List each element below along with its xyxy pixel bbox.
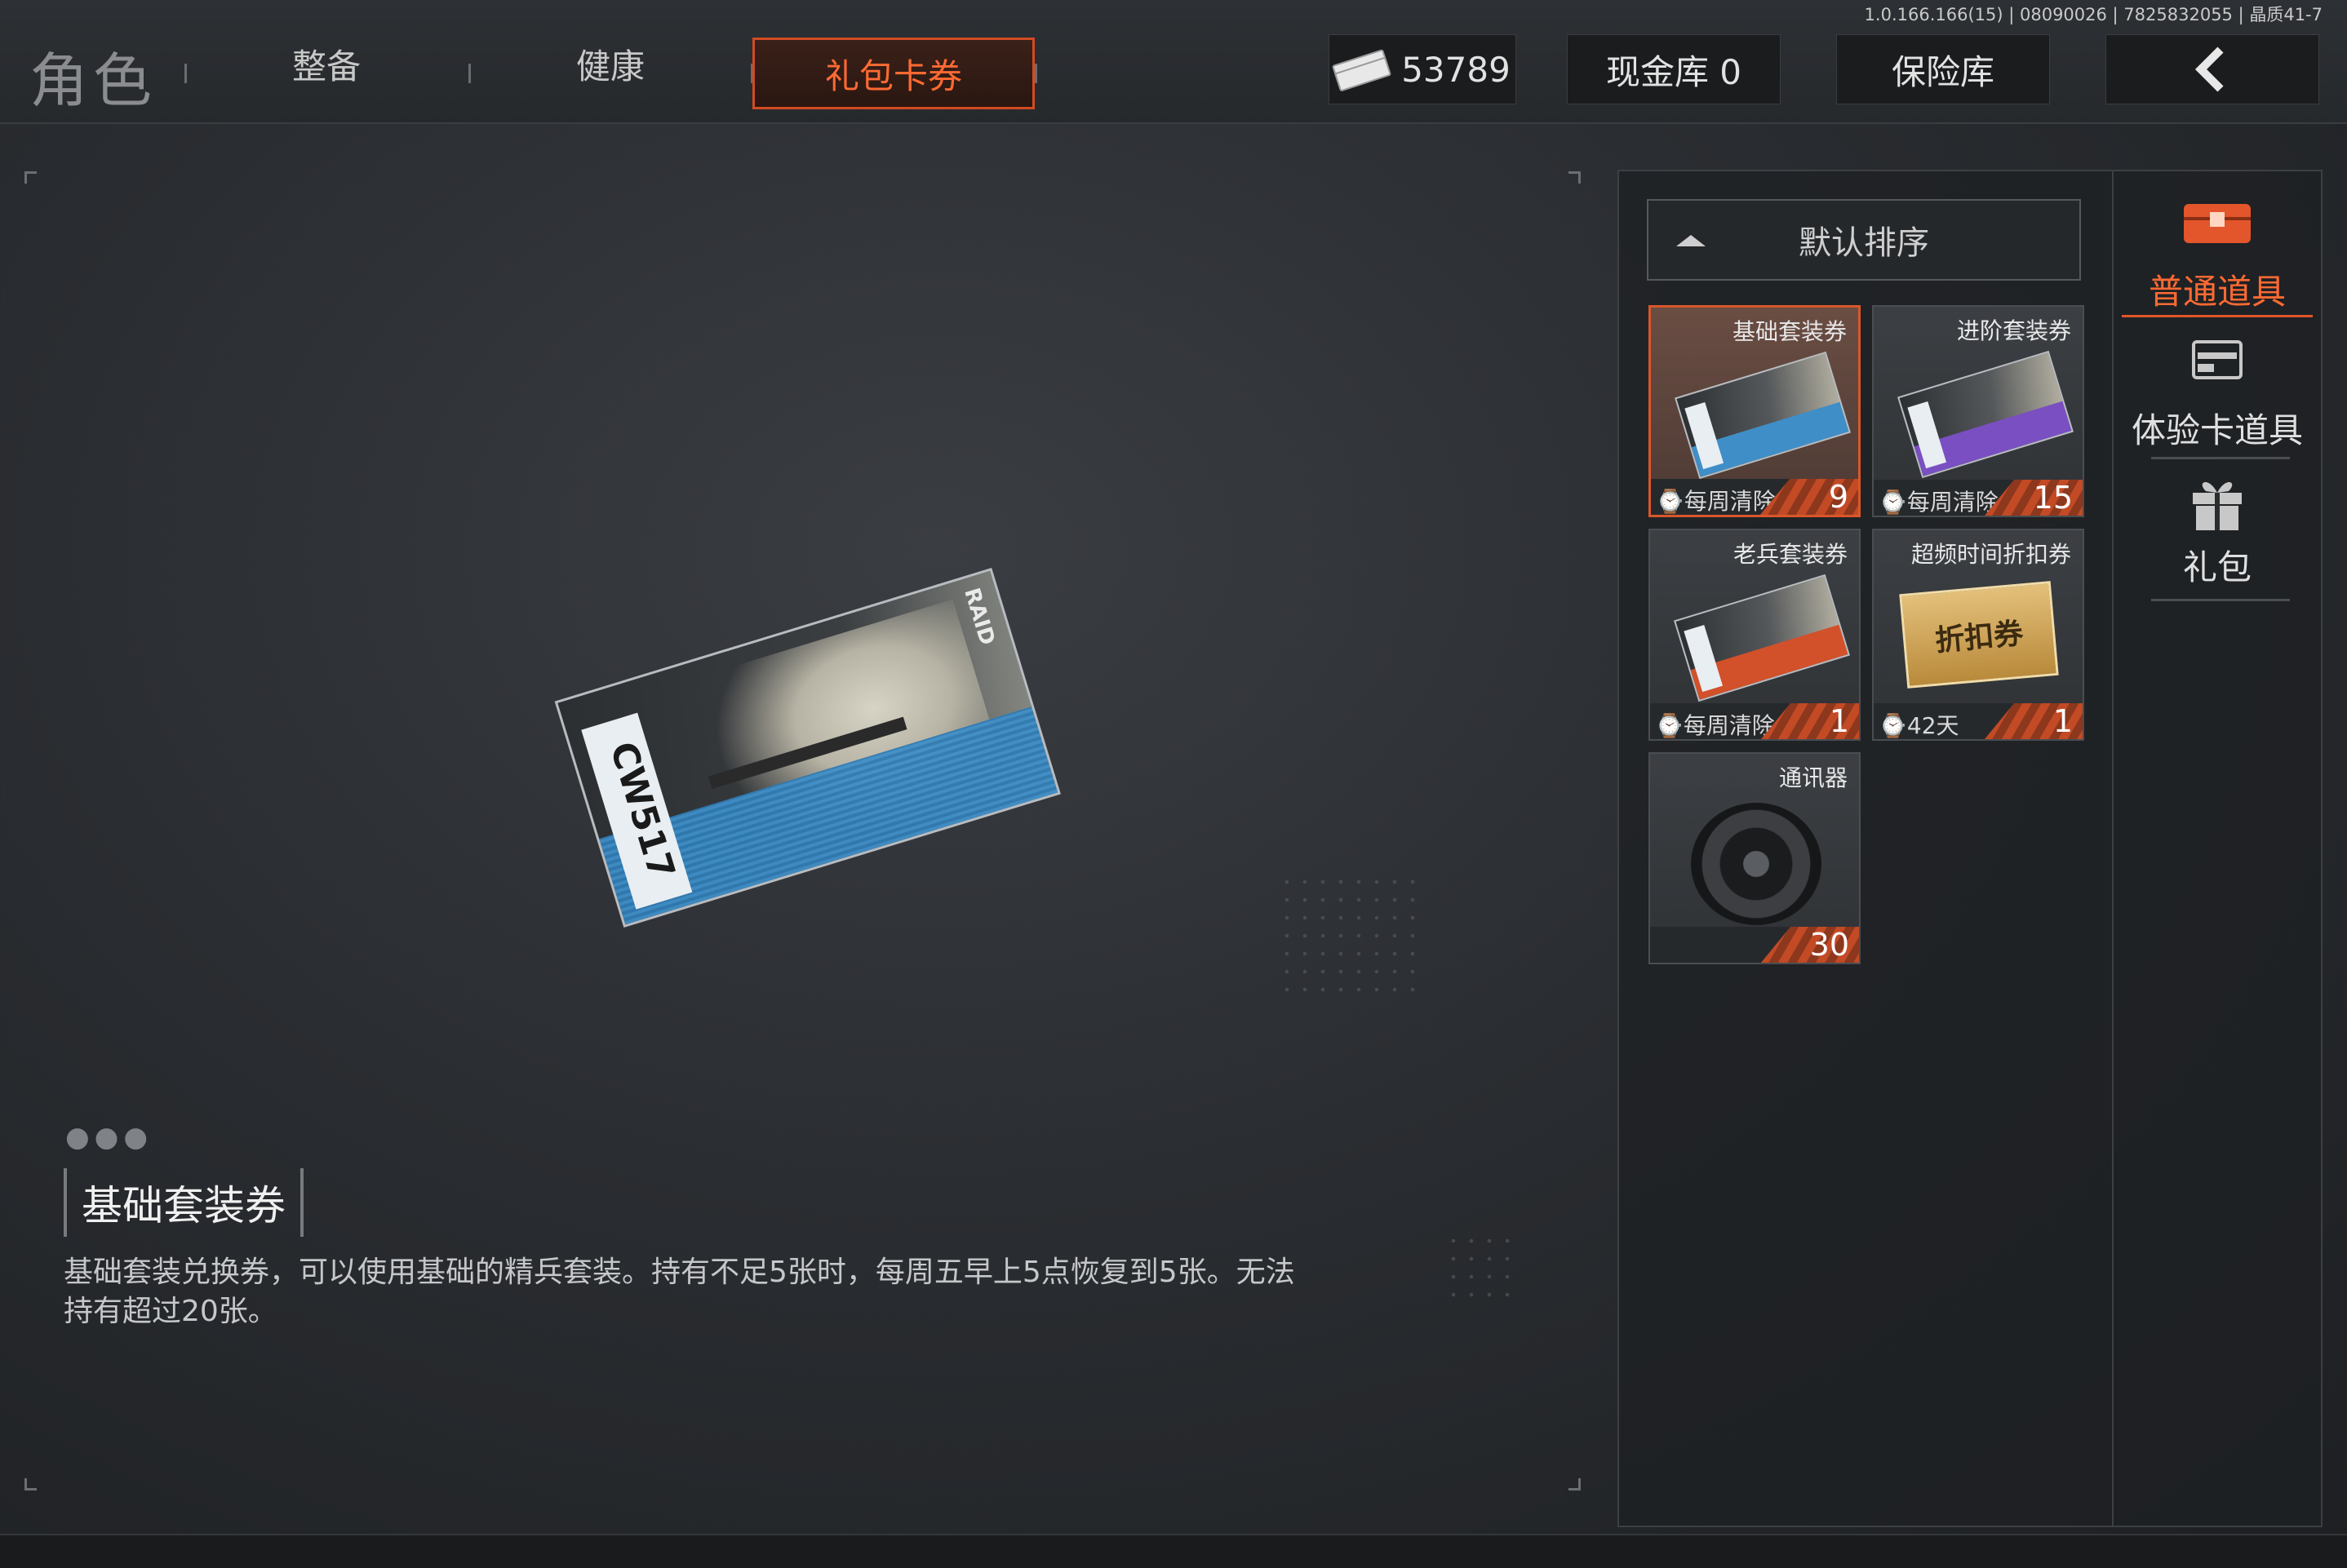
- clock-icon: ⌚42天: [1879, 712, 1959, 739]
- sort-dropdown[interactable]: 默认排序: [1647, 199, 2081, 281]
- top-bar: 1.0.166.166(15) | 08090026 | 7825832055 …: [0, 0, 2347, 124]
- currency-value: 53789: [1401, 49, 1511, 90]
- item-expiry: 每周清除: [1906, 489, 1999, 516]
- sort-label: 默认排序: [1799, 224, 1929, 262]
- item-count: 1: [1829, 703, 1849, 739]
- tab-gift-coupons[interactable]: 礼包卡券: [752, 38, 1035, 109]
- item-tile-name: 超频时间折扣券: [1910, 541, 2071, 568]
- category-underline: [2122, 315, 2313, 317]
- item-count: 30: [1809, 927, 1849, 963]
- inventory-item-veteran-coupon[interactable]: 老兵套装券 ⌚每周清除 1: [1648, 529, 1861, 741]
- tab-separator: [1035, 64, 1037, 83]
- item-expiry: 每周清除: [1683, 712, 1775, 739]
- coupon-thumbnail: [1675, 351, 1851, 480]
- category-label: 礼包: [2182, 547, 2252, 587]
- category-normal-items[interactable]: 普通道具: [2122, 196, 2313, 314]
- item-tile-name: 进阶套装券: [1956, 317, 2071, 344]
- page-title: 角色: [29, 47, 158, 115]
- category-label: 体验卡道具: [2131, 410, 2303, 450]
- clock-icon: ⌚每周清除: [1879, 489, 1999, 516]
- frame-corner: [24, 1478, 37, 1490]
- item-tile-name: 基础套装券: [1732, 318, 1847, 345]
- bottom-edge: [0, 1534, 2347, 1568]
- inventory-item-basic-coupon[interactable]: 基础套装券 ⌚每周清除 9: [1648, 305, 1861, 517]
- item-count: 9: [1828, 479, 1848, 515]
- inventory-item-advanced-coupon[interactable]: 进阶套装券 ⌚每周清除 15: [1872, 305, 2084, 517]
- tab-health[interactable]: 健康: [576, 39, 645, 89]
- decor-dots: [1444, 1232, 1510, 1297]
- category-label: 普通道具: [2148, 272, 2286, 312]
- card-code: CW517: [601, 737, 683, 884]
- coupon-card-image: CW517 RAID: [554, 568, 1061, 928]
- card-side-text: RAID: [959, 585, 1000, 649]
- cash-icon: [1331, 47, 1392, 92]
- coupon-thumbnail: [1897, 350, 2074, 479]
- version-info: 1.0.166.166(15) | 08090026 | 7825832055 …: [1864, 5, 2323, 24]
- item-tile-name: 通讯器: [1778, 764, 1848, 791]
- item-preview: CW517 RAID: [554, 568, 1078, 982]
- card-icon: [2192, 340, 2243, 379]
- category-gift-packs[interactable]: 礼包: [2122, 473, 2313, 590]
- speaker-icon: [1691, 803, 1821, 925]
- back-button[interactable]: [2105, 34, 2319, 104]
- decor-dots: [1278, 873, 1425, 1003]
- discount-coupon-image: 折扣券: [1899, 581, 2059, 689]
- cash-vault-button[interactable]: 现金库 0: [1567, 34, 1781, 104]
- category-trial-card-items[interactable]: 体验卡道具: [2122, 339, 2313, 453]
- ellipsis-icon: ●●●: [65, 1121, 153, 1154]
- category-underline: [2151, 457, 2290, 459]
- item-name: 基础套装券: [64, 1168, 304, 1237]
- tab-equip[interactable]: 整备: [292, 39, 361, 89]
- coupon-thumbnail: [1674, 574, 1850, 702]
- clock-icon: ⌚每周清除: [1656, 488, 1776, 515]
- back-arrow-icon: [2194, 47, 2224, 92]
- frame-corner: [24, 171, 37, 184]
- item-tile-name: 老兵套装券: [1733, 541, 1848, 568]
- tab-separator: [184, 64, 187, 83]
- panel-divider: [2112, 170, 2114, 1527]
- safe-button[interactable]: 保险库: [1836, 34, 2050, 104]
- item-count: 15: [2033, 480, 2073, 516]
- item-description: 基础套装兑换券，可以使用基础的精兵套装。持有不足5张时，每周五早上5点恢复到5张…: [64, 1256, 1295, 1328]
- inventory-item-communicator[interactable]: 通讯器 30: [1648, 752, 1861, 964]
- item-expiry: 每周清除: [1684, 488, 1776, 515]
- caret-up-icon: [1676, 235, 1706, 246]
- inventory-item-overclock-discount[interactable]: 超频时间折扣券 折扣券 ⌚42天 1: [1872, 529, 2084, 741]
- frame-corner: [1568, 1478, 1581, 1490]
- tab-separator: [468, 64, 471, 83]
- item-count: 1: [2052, 703, 2073, 739]
- clock-icon: ⌚每周清除: [1655, 712, 1775, 739]
- item-expiry: 42天: [1906, 712, 1959, 739]
- currency-display: 53789: [1329, 34, 1516, 104]
- category-underline: [2151, 599, 2290, 601]
- gift-icon: [2193, 481, 2242, 530]
- frame-corner: [1568, 171, 1581, 184]
- chest-icon: [2184, 204, 2251, 243]
